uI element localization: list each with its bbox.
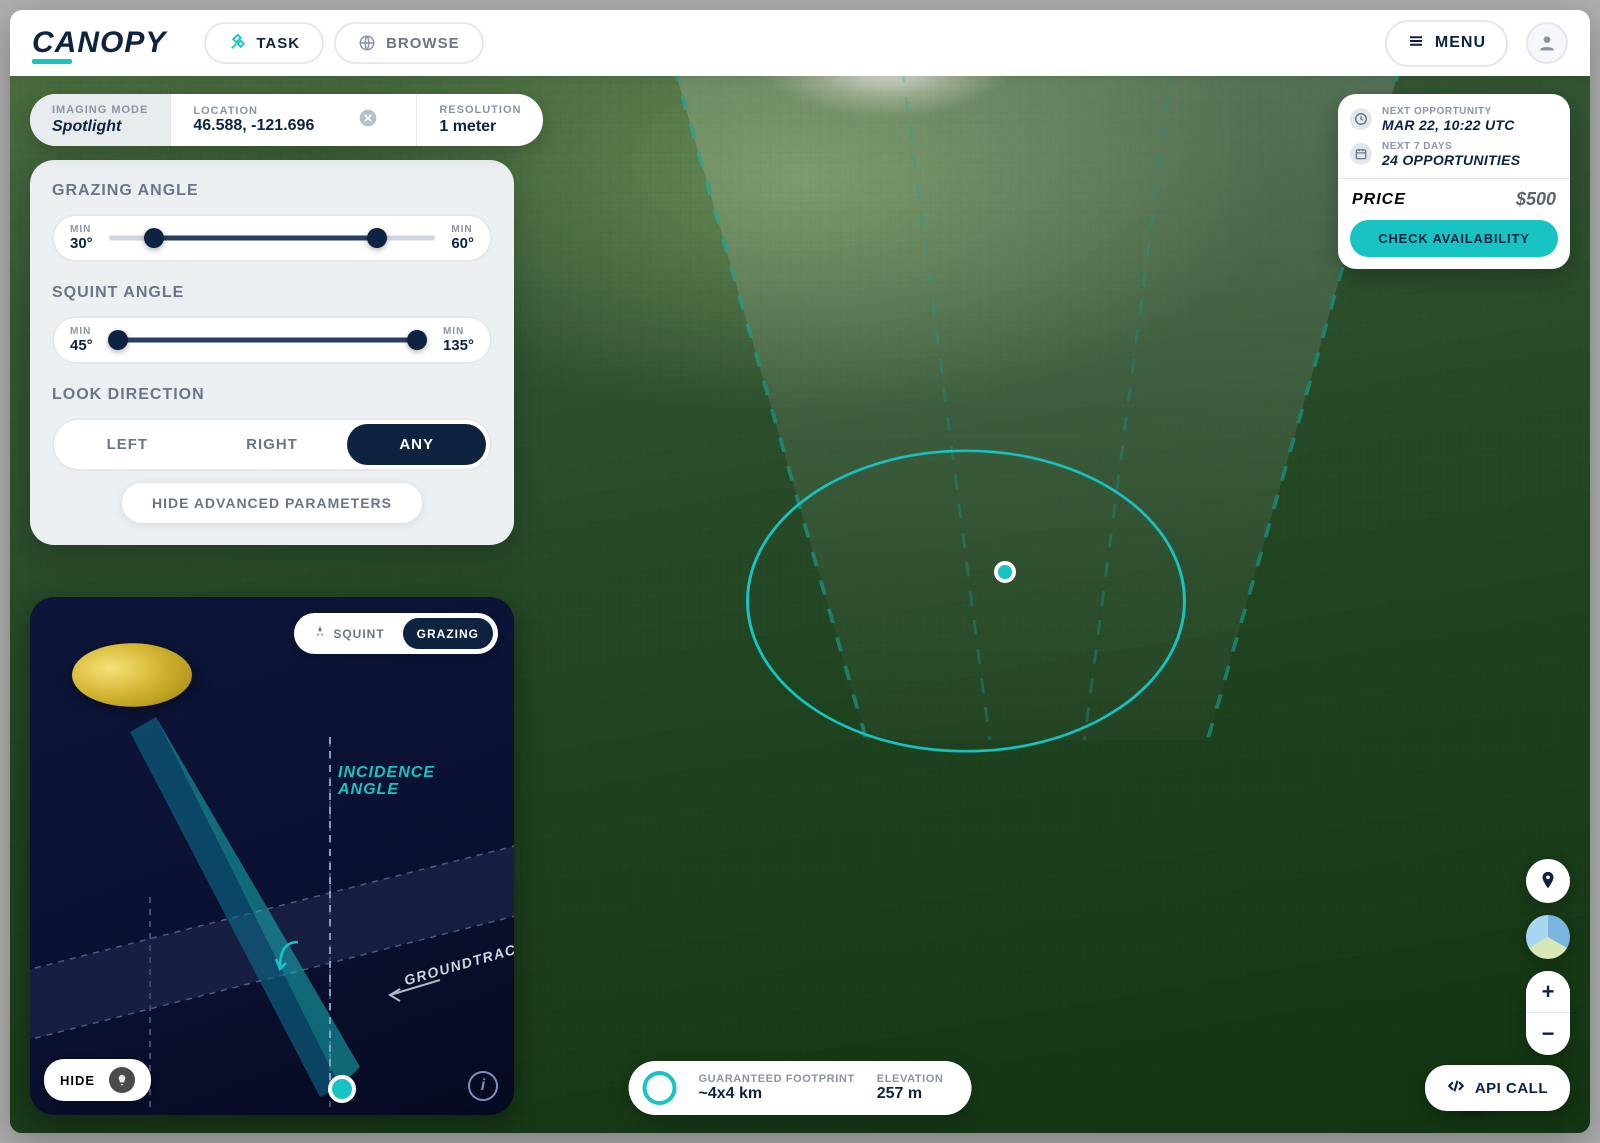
lightbulb-icon xyxy=(109,1067,135,1093)
price-value: $500 xyxy=(1516,189,1556,210)
grazing-max-value: 60° xyxy=(451,235,474,252)
zoom-in-button[interactable]: + xyxy=(1526,971,1570,1013)
look-right-button[interactable]: RIGHT xyxy=(203,424,342,465)
hamburger-icon xyxy=(1407,32,1425,55)
tab-task-label: TASK xyxy=(256,35,300,52)
min-label-2: MIN xyxy=(451,224,474,235)
user-avatar[interactable] xyxy=(1526,22,1568,64)
squint-min-block: MIN 45° xyxy=(70,326,93,354)
seven-day-label: NEXT 7 DAYS xyxy=(1382,141,1520,152)
elevation-label: ELEVATION xyxy=(877,1073,944,1085)
squint-thumb-min[interactable] xyxy=(108,330,128,350)
resolution-label: RESOLUTION xyxy=(439,104,521,116)
look-left-button[interactable]: LEFT xyxy=(58,424,197,465)
squint-thumb-max[interactable] xyxy=(407,330,427,350)
location-label: LOCATION xyxy=(193,105,314,117)
parameters-panel: GRAZING ANGLE MIN 30° MIN 60° SQUINT ANG… xyxy=(30,160,514,545)
squint-slider-row: MIN 45° MIN 135° xyxy=(52,316,492,364)
next-opportunity-row: NEXT OPPORTUNITY MAR 22, 10:22 UTC xyxy=(1350,106,1558,133)
rocket-icon xyxy=(313,625,327,642)
location-chip[interactable]: LOCATION 46.588, -121.696 xyxy=(170,94,416,146)
opportunity-panel: NEXT OPPORTUNITY MAR 22, 10:22 UTC NEXT … xyxy=(1338,94,1570,269)
hide-label: HIDE xyxy=(60,1073,95,1088)
squint-max-value: 135° xyxy=(443,337,474,354)
grazing-min-value: 30° xyxy=(70,235,93,252)
squint-min-value: 45° xyxy=(70,337,93,354)
calendar-icon xyxy=(1350,143,1372,165)
squint-slider[interactable] xyxy=(109,326,427,354)
next-opportunity-label: NEXT OPPORTUNITY xyxy=(1382,106,1515,117)
price-row: PRICE $500 xyxy=(1350,189,1558,210)
footprint-label: GUARANTEED FOOTPRINT xyxy=(699,1073,855,1085)
min-label-3: MIN xyxy=(70,326,93,337)
price-label: PRICE xyxy=(1352,191,1406,209)
check-availability-button[interactable]: CHECK AVAILABILITY xyxy=(1350,220,1558,257)
code-icon xyxy=(1447,1077,1465,1099)
grazing-slider[interactable] xyxy=(109,224,436,252)
separator xyxy=(1338,178,1570,179)
diagram-mode-toggle: SQUINT GRAZING xyxy=(294,613,498,654)
elevation-col: ELEVATION 257 m xyxy=(877,1073,944,1103)
squint-max-block: MIN 135° xyxy=(443,326,474,354)
brand-logo: CANOPY xyxy=(32,26,166,60)
min-label: MIN xyxy=(70,224,93,235)
footprint-col: GUARANTEED FOOTPRINT ~4x4 km xyxy=(699,1073,855,1103)
min-label-4: MIN xyxy=(443,326,474,337)
elevation-value: 257 m xyxy=(877,1085,944,1103)
api-call-button[interactable]: API CALL xyxy=(1425,1065,1570,1111)
imaging-mode-chip[interactable]: IMAGING MODE Spotlight xyxy=(30,94,170,146)
grazing-angle-title: GRAZING ANGLE xyxy=(52,182,492,200)
diagram-info-button[interactable]: i xyxy=(468,1071,498,1101)
next-opportunity-value: MAR 22, 10:22 UTC xyxy=(1382,117,1515,133)
look-direction-toggle: LEFT RIGHT ANY xyxy=(52,418,492,471)
look-any-button[interactable]: ANY xyxy=(347,424,486,465)
top-bar: CANOPY TASK BROWSE MENU xyxy=(10,10,1590,76)
grazing-slider-row: MIN 30° MIN 60° xyxy=(52,214,492,262)
squint-angle-title: SQUINT ANGLE xyxy=(52,284,492,302)
footprint-ring-icon xyxy=(643,1071,677,1105)
task-info-strip: IMAGING MODE Spotlight LOCATION 46.588, … xyxy=(30,94,543,146)
diagram-hide-button[interactable]: HIDE xyxy=(44,1059,151,1101)
satellite-icon xyxy=(228,34,246,52)
zoom-controls: + − xyxy=(1526,971,1570,1055)
imaging-mode-value: Spotlight xyxy=(52,118,148,136)
grazing-min-block: MIN 30° xyxy=(70,224,93,252)
api-call-label: API CALL xyxy=(1475,1080,1548,1097)
footprint-value: ~4x4 km xyxy=(699,1085,855,1103)
globe-icon xyxy=(358,34,376,52)
grazing-thumb-max[interactable] xyxy=(367,228,387,248)
location-value: 46.588, -121.696 xyxy=(193,117,314,135)
basemap-button[interactable] xyxy=(1526,915,1570,959)
locate-button[interactable] xyxy=(1526,859,1570,903)
clock-icon xyxy=(1350,108,1372,130)
tab-browse-label: BROWSE xyxy=(386,35,460,52)
map-controls: + − xyxy=(1526,859,1570,1055)
diagram-grazing-button[interactable]: GRAZING xyxy=(403,618,493,649)
app-root: CANOPY TASK BROWSE MENU xyxy=(10,10,1590,1133)
zoom-out-button[interactable]: − xyxy=(1526,1013,1570,1055)
imaging-mode-label: IMAGING MODE xyxy=(52,104,148,116)
menu-label: MENU xyxy=(1435,34,1486,52)
clear-location-icon[interactable] xyxy=(354,108,394,133)
geometry-diagram-panel: INCIDENCEANGLE GROUNDTRACK SQUINT GRAZIN… xyxy=(30,597,514,1115)
look-direction-title: LOOK DIRECTION xyxy=(52,386,492,404)
hide-advanced-button[interactable]: HIDE ADVANCED PARAMETERS xyxy=(122,483,422,523)
incidence-angle-label: INCIDENCEANGLE xyxy=(338,765,435,799)
resolution-chip[interactable]: RESOLUTION 1 meter xyxy=(416,94,543,146)
diagram-squint-button[interactable]: SQUINT xyxy=(299,618,398,649)
tab-browse[interactable]: BROWSE xyxy=(334,22,484,64)
nav-tabs: TASK BROWSE xyxy=(204,22,483,64)
grazing-thumb-min[interactable] xyxy=(144,228,164,248)
tab-task[interactable]: TASK xyxy=(204,22,324,64)
footprint-info: GUARANTEED FOOTPRINT ~4x4 km ELEVATION 2… xyxy=(629,1061,972,1115)
satellite-dish-icon xyxy=(72,615,192,735)
menu-button[interactable]: MENU xyxy=(1385,20,1508,67)
seven-day-row: NEXT 7 DAYS 24 OPPORTUNITIES xyxy=(1350,141,1558,168)
grazing-max-block: MIN 60° xyxy=(451,224,474,252)
resolution-value: 1 meter xyxy=(439,118,521,136)
seven-day-value: 24 OPPORTUNITIES xyxy=(1382,152,1520,168)
